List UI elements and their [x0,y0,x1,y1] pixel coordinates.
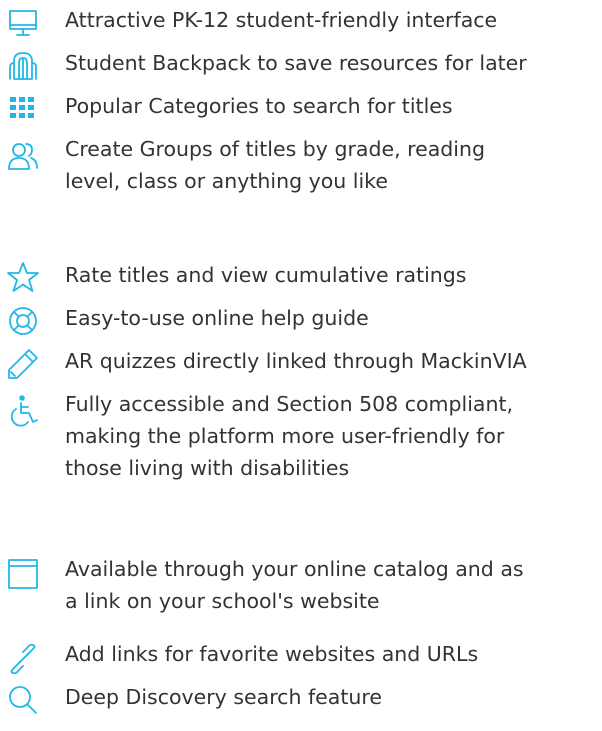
feature-line: Fully accessible and Section 508 complia… [65,392,514,416]
feature-line: Rate titles and view cumulative ratings [65,263,467,287]
feature-text: Rate titles and view cumulative ratings [65,259,599,291]
search-icon [6,683,40,717]
feature-text: Easy-to-use online help guide [65,302,599,334]
feature-line: Add links for favorite websites and URLs [65,642,479,666]
feature-line: a link on your school's website [65,589,380,613]
feature-text: Popular Categories to search for titles [65,90,599,122]
feature-text: AR quizzes directly linked through Macki… [65,345,599,377]
feature-text: Available through your online catalog an… [65,553,599,617]
monitor-icon [6,7,40,41]
feature-text: Deep Discovery search feature [65,681,599,713]
star-icon [6,260,40,294]
feature-line: making the platform more user-friendly f… [65,424,505,448]
feature-line: Attractive PK-12 student-friendly interf… [65,8,498,32]
group-users-icon [6,139,40,173]
feature-line: AR quizzes directly linked through Macki… [65,349,527,373]
feature-line: Easy-to-use online help guide [65,306,369,330]
backpack-icon [6,49,40,83]
browser-window-icon [6,557,40,591]
feature-text: Attractive PK-12 student-friendly interf… [65,4,599,36]
feature-text: Add links for favorite websites and URLs [65,638,599,670]
feature-text: Create Groups of titles by grade, readin… [65,133,599,197]
feature-line: Create Groups of titles by grade, readin… [65,137,485,161]
feature-text: Fully accessible and Section 508 complia… [65,388,599,484]
feature-line: Available through your online catalog an… [65,557,524,581]
feature-line: Student Backpack to save resources for l… [65,51,527,75]
pencil-icon [6,347,40,381]
link-icon [6,642,40,676]
feature-text: Student Backpack to save resources for l… [65,47,599,79]
accessibility-icon [6,394,40,428]
feature-line: Deep Discovery search feature [65,685,382,709]
feature-line: level, class or anything you like [65,169,388,193]
grid-icon [6,92,40,126]
lifebuoy-icon [6,304,40,338]
feature-line: Popular Categories to search for titles [65,94,453,118]
feature-line: those living with disabilities [65,456,350,480]
